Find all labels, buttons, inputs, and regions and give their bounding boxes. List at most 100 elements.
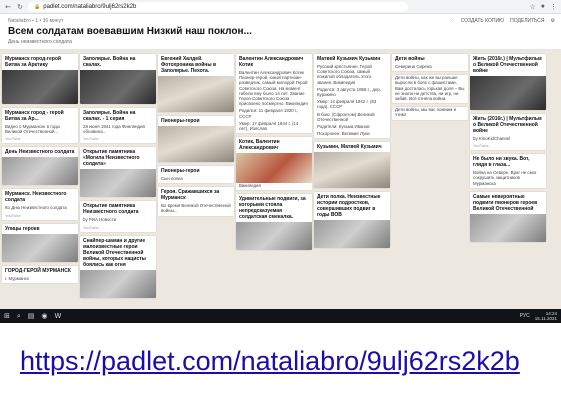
post-image[interactable]: [236, 222, 312, 251]
windows-start-icon[interactable]: ⊞: [4, 312, 10, 320]
post-card[interactable]: Пионеры-герои: [158, 116, 234, 162]
post-title: ГОРОД-ГЕРОЙ МУРМАНСК: [5, 267, 71, 274]
post-image[interactable]: [2, 157, 78, 186]
post-card[interactable]: Пионеры-герои Сын полка: [158, 166, 234, 184]
post-card[interactable]: Евгений Халдей. Фотохроника войны в Запо…: [158, 54, 234, 112]
post-title: Пионеры-герои: [161, 118, 200, 124]
post-fact: Родители: Кузьма Иванов: [317, 124, 370, 130]
post-title: Заполярье. Война на скалах. - 1 серия: [83, 110, 136, 122]
post-title: Дети полка. Неизвестные истории подростк…: [317, 194, 381, 219]
post-image[interactable]: [314, 152, 390, 189]
like-button[interactable]: ♡: [450, 18, 454, 24]
windows-taskbar: ⊞ ⌕ ▤ ◉ W РУС 14:24 15.11.2021: [0, 309, 561, 323]
post-card[interactable]: Жить (2016г.) | Мультфильм о Великой Оте…: [470, 114, 546, 151]
clock[interactable]: 14:24 15.11.2021: [535, 311, 557, 321]
word-icon[interactable]: W: [55, 312, 62, 320]
page-subtitle: День неизвестного солдата: [8, 39, 72, 45]
post-body: Северина Сирена: [395, 64, 432, 69]
post-image[interactable]: [2, 233, 78, 262]
post-card[interactable]: Дети войны, мы вас помним и чтим!: [392, 107, 468, 120]
post-card[interactable]: Матвей Кузьмич Кузьмин Русский крестьянин…: [314, 54, 390, 139]
post-title: Открытие памятника Неизвестного солдата: [83, 203, 139, 216]
post-title: Улицы героев: [5, 225, 40, 232]
page-title: Всем солдатам воевавшим Низкий наш покло…: [8, 26, 252, 37]
post-source: YouTube: [83, 136, 99, 142]
post-card[interactable]: Снайпер-шаман и другие малоизвестные гер…: [80, 235, 156, 298]
board-column: Мурманск город-герой Битва за Арктику Мур…: [2, 54, 78, 287]
post-card[interactable]: День Неизвестного солдата: [2, 147, 78, 186]
post-card[interactable]: Дети войны Северина Сирена: [392, 54, 468, 72]
reload-icon[interactable]: ↻: [16, 3, 24, 11]
post-body: Дети войны, мы вас помним и чтим!: [395, 107, 457, 118]
post-fact: Умер: 14 февраля 1942 г. (83 года), СССР: [317, 99, 377, 110]
settings-icon[interactable]: ⚙: [551, 18, 555, 24]
post-card[interactable]: Валентин Александрович Котик Валентин Але…: [236, 54, 312, 134]
back-arrow-icon[interactable]: ←: [4, 3, 12, 11]
post-title: Жить (2016г.) | Мультфильм о Великой Оте…: [473, 56, 542, 74]
post-body: Дети войны, как же вы раньше выросли в б…: [395, 75, 465, 102]
post-image[interactable]: [80, 269, 156, 298]
post-card[interactable]: Жить (2016г.) | Мультфильм о Великой Оте…: [470, 54, 546, 110]
board-column: Жить (2016г.) | Мультфильм о Великой Оте…: [470, 54, 546, 246]
post-image[interactable]: [80, 70, 156, 104]
post-card[interactable]: Кузьмин, Матвей Кузьмич: [314, 142, 390, 189]
post-card[interactable]: Улицы героев: [2, 223, 78, 262]
post-card[interactable]: Мурманск. Неизвестного солдата Ко Дню Неи…: [2, 189, 78, 220]
explorer-icon[interactable]: ▤: [28, 312, 35, 320]
post-card[interactable]: Самые невероятные подвиги пионеров герое…: [470, 191, 546, 242]
screenshot: ← ↻ 🔒 padlet.com/nataliabro/9ulj62rs2k2b…: [0, 0, 561, 323]
post-card[interactable]: Удивительные подвиги, за которыми стояла…: [236, 194, 312, 251]
post-title: День Неизвестного солдата: [5, 149, 75, 156]
post-image[interactable]: [80, 169, 156, 198]
post-image[interactable]: [314, 220, 390, 249]
post-title: Мурманск. Неизвестного солдата: [5, 191, 67, 204]
post-image[interactable]: [2, 70, 78, 104]
profile-icon[interactable]: ●: [541, 3, 545, 11]
share-button[interactable]: ПОДЕЛИТЬСЯ: [510, 18, 544, 24]
post-fact: Умер: 17 февраля 1944 г. (14 лет), Изясл…: [239, 120, 299, 132]
post-title: Заполярье. Война на скалах.: [83, 56, 136, 68]
post-title: Самые невероятные подвиги пионеров герое…: [473, 193, 538, 212]
post-image[interactable]: [158, 126, 234, 162]
post-title: Снайпер-шаман и другие малоизвестные гер…: [83, 237, 146, 268]
board-column: Дети войны Северина Сирена Дети войны, как…: [392, 54, 468, 124]
post-card[interactable]: Дети полка. Неизвестные истории подростк…: [314, 192, 390, 249]
language-indicator[interactable]: РУС: [520, 313, 530, 319]
post-image[interactable]: [236, 153, 312, 184]
search-icon[interactable]: ⌕: [17, 312, 21, 321]
star-icon[interactable]: ☆: [529, 3, 535, 11]
post-card[interactable]: Открытие памятника «Могила Неизвестного …: [80, 147, 156, 198]
post-card[interactable]: ГОРОД-ГЕРОЙ МУРМАНСК г. Мурманск: [2, 265, 78, 283]
padlet-board: Мурманск город-герой Битва за Арктику Мур…: [0, 50, 561, 309]
post-title: Не было ни звука. Вот, глядя в глаза...: [473, 156, 530, 169]
post-card[interactable]: Героя. Сражавшихся за Мурманск Во время В…: [158, 187, 234, 216]
post-image[interactable]: [470, 76, 546, 110]
post-image[interactable]: [158, 76, 234, 112]
browser-actions: ☆ ● ⋮: [529, 3, 557, 11]
post-fact: Похоронен: Великие Луки: [317, 131, 370, 137]
header-actions: ♡ СОЗДАТЬ КОПИЮ ПОДЕЛИТЬСЯ ⚙: [450, 18, 555, 24]
post-source: YouTube: [5, 136, 21, 142]
post-body: Ко Дню Неизвестного солдата: [5, 205, 67, 211]
post-body: 28 июня 1941 года Финляндия объявила...: [83, 124, 145, 135]
post-card[interactable]: Дети войны, как же вы раньше выросли в б…: [392, 75, 468, 104]
post-image[interactable]: [470, 213, 546, 242]
post-card[interactable]: Заполярье. Война на скалах.: [80, 54, 156, 104]
url-text: padlet.com/nataliabro/9ulj62rs2k2b: [43, 3, 137, 10]
post-title: Мурманск город-герой Битва за Арктику: [5, 56, 61, 68]
post-card[interactable]: Котик, Валентин Александрович Википедия: [236, 137, 312, 191]
post-card[interactable]: Заполярье. Война на скалах. - 1 серия 28 …: [80, 108, 156, 144]
post-card[interactable]: Не было ни звука. Вот, глядя в глаза... В…: [470, 154, 546, 188]
remake-button[interactable]: СОЗДАТЬ КОПИЮ: [461, 18, 504, 24]
post-fact: В бою: (Сфронтом) Великой Отечественной: [317, 111, 375, 122]
address-bar[interactable]: 🔒 padlet.com/nataliabro/9ulj62rs2k2b: [28, 1, 408, 12]
browser-icon[interactable]: ◉: [41, 312, 47, 320]
post-card[interactable]: Мурманск город-герой Битва за Арктику: [2, 54, 78, 104]
post-title: Удивительные подвиги, за которыми стояла…: [239, 196, 306, 221]
post-card[interactable]: Открытие памятника Неизвестного солдата b…: [80, 201, 156, 232]
padlet-link[interactable]: https://padlet.com/nataliabro/9ulj62rs2k…: [20, 346, 520, 377]
post-fact: Родился: 11 февраля 1930 г., СССР: [239, 108, 299, 119]
menu-icon[interactable]: ⋮: [550, 3, 557, 11]
post-card[interactable]: Мурманск город - герой Битва за Ар... Вид…: [2, 108, 78, 144]
post-title: Открытие памятника «Могила Неизвестного …: [83, 149, 140, 168]
